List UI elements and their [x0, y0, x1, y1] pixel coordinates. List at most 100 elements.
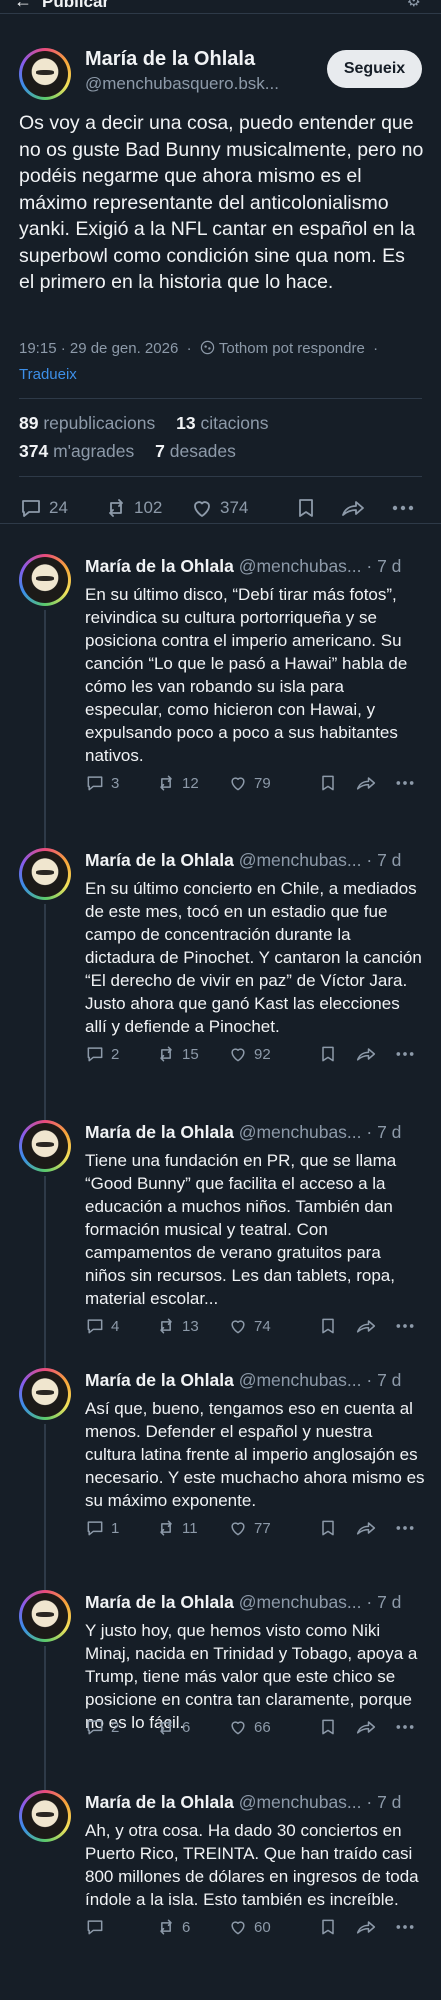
avatar[interactable]: [19, 1120, 71, 1172]
author-handle[interactable]: @menchubas...: [239, 1122, 362, 1142]
like-button[interactable]: 60: [228, 1917, 271, 1937]
reply-button[interactable]: 4: [85, 1316, 119, 1336]
bookmark-button[interactable]: [318, 1044, 338, 1064]
like-button[interactable]: 79: [228, 773, 271, 793]
author-handle[interactable]: @menchubas...: [239, 1792, 362, 1812]
post-time: · 7 d: [366, 556, 402, 576]
avatar[interactable]: [19, 554, 71, 606]
heart-icon: [228, 1917, 248, 1937]
author-handle[interactable]: @menchubas...: [239, 1370, 362, 1390]
reposts-label[interactable]: republicacions: [43, 413, 155, 433]
saves-count: 7: [155, 441, 165, 461]
quotes-label[interactable]: citacions: [200, 413, 268, 433]
saves-label: desades: [169, 441, 236, 461]
likes-count[interactable]: 374: [19, 441, 48, 461]
post-time: · 7 d: [366, 1792, 402, 1812]
bookmark-button[interactable]: [294, 496, 318, 520]
reply-button[interactable]: 2: [85, 1717, 119, 1737]
author-name[interactable]: María de la Ohlala: [85, 1592, 234, 1612]
repost-button[interactable]: 6: [156, 1717, 190, 1737]
follow-button[interactable]: Segueix: [327, 50, 422, 88]
bookmark-button[interactable]: [318, 1917, 338, 1937]
reply-header: María de la Ohlala @menchubas... · 7 d: [85, 1792, 425, 1813]
avatar[interactable]: [19, 848, 71, 900]
bookmark-button[interactable]: [318, 773, 338, 793]
reply-button[interactable]: 3: [85, 773, 119, 793]
repost-button[interactable]: 12: [156, 773, 199, 793]
like-button[interactable]: 374: [190, 496, 248, 520]
more-button[interactable]: [394, 1917, 416, 1937]
bookmark-button[interactable]: [318, 1518, 338, 1538]
author-name[interactable]: María de la Ohlala: [85, 850, 234, 870]
share-button[interactable]: [355, 773, 377, 793]
gear-icon[interactable]: ⚙: [407, 0, 421, 11]
avatar[interactable]: [19, 1368, 71, 1420]
post-text: Ah, y otra cosa. Ha dado 30 conciertos e…: [85, 1821, 419, 1909]
share-button[interactable]: [355, 1316, 377, 1336]
reply-button[interactable]: 1: [85, 1518, 119, 1538]
author-name[interactable]: María de la Ohlala: [85, 48, 255, 71]
repost-button[interactable]: 6: [156, 1917, 190, 1937]
more-button[interactable]: [394, 1044, 416, 1064]
likes-label[interactable]: m'agrades: [53, 441, 134, 461]
thread-line: [44, 1424, 46, 1590]
more-icon: [394, 773, 416, 793]
repost-button[interactable]: 15: [156, 1044, 199, 1064]
share-button[interactable]: [355, 1917, 377, 1937]
bookmark-button[interactable]: [318, 1717, 338, 1737]
divider: [19, 398, 422, 399]
like-button[interactable]: 66: [228, 1717, 271, 1737]
repost-count: 102: [134, 498, 163, 517]
author-handle[interactable]: @menchubas...: [239, 556, 362, 576]
repost-button[interactable]: 11: [156, 1518, 198, 1538]
repost-button[interactable]: 102: [104, 496, 162, 520]
heart-icon: [228, 1518, 248, 1538]
like-count: 66: [254, 1718, 271, 1736]
stats-row-1: 89 republicacions 13 citacions: [19, 413, 269, 434]
reply-button[interactable]: 24: [19, 496, 68, 520]
avatar[interactable]: [19, 1790, 71, 1842]
avatar[interactable]: [19, 48, 71, 100]
more-button[interactable]: [394, 1518, 416, 1538]
like-button[interactable]: 77: [228, 1518, 271, 1538]
reply-header: María de la Ohlala @menchubas... · 7 d: [85, 1122, 425, 1143]
author-name[interactable]: María de la Ohlala: [85, 556, 234, 576]
more-button[interactable]: [394, 1316, 416, 1336]
author-name[interactable]: María de la Ohlala: [85, 1370, 234, 1390]
like-button[interactable]: 92: [228, 1044, 271, 1064]
back-arrow-icon[interactable]: ←: [14, 0, 32, 12]
repost-icon: [156, 1044, 176, 1064]
heart-icon: [228, 1044, 248, 1064]
author-name[interactable]: María de la Ohlala: [85, 1122, 234, 1142]
share-button[interactable]: [355, 1044, 377, 1064]
author-handle[interactable]: @menchubasquero.bsk...: [85, 74, 279, 94]
repost-icon: [109, 499, 123, 517]
share-button[interactable]: [340, 496, 366, 520]
quotes-count[interactable]: 13: [176, 413, 195, 433]
reply-icon: [85, 1518, 105, 1538]
translate-link[interactable]: Tradueix: [19, 366, 77, 383]
author-handle[interactable]: @menchubas...: [239, 850, 362, 870]
bookmark-icon: [318, 1316, 338, 1336]
share-button[interactable]: [355, 1717, 377, 1737]
bookmark-button[interactable]: [318, 1316, 338, 1336]
repost-button[interactable]: 13: [156, 1316, 199, 1336]
top-bar: ← Publicar ⚙: [0, 0, 441, 14]
author-name[interactable]: María de la Ohlala: [85, 1792, 234, 1812]
more-button[interactable]: [394, 773, 416, 793]
section-divider: [0, 523, 441, 524]
reply-setting[interactable]: Tothom pot respondre: [219, 340, 365, 357]
thread-line: [44, 610, 46, 848]
like-button[interactable]: 74: [228, 1316, 271, 1336]
avatar[interactable]: [19, 1590, 71, 1642]
share-icon: [355, 1518, 377, 1538]
share-icon: [355, 1717, 377, 1737]
reply-button[interactable]: [85, 1917, 111, 1937]
like-count: 60: [254, 1918, 271, 1936]
more-button[interactable]: [394, 1717, 416, 1737]
share-button[interactable]: [355, 1518, 377, 1538]
reply-button[interactable]: 2: [85, 1044, 119, 1064]
author-handle[interactable]: @menchubas...: [239, 1592, 362, 1612]
more-button[interactable]: [390, 496, 416, 520]
reposts-count[interactable]: 89: [19, 413, 38, 433]
